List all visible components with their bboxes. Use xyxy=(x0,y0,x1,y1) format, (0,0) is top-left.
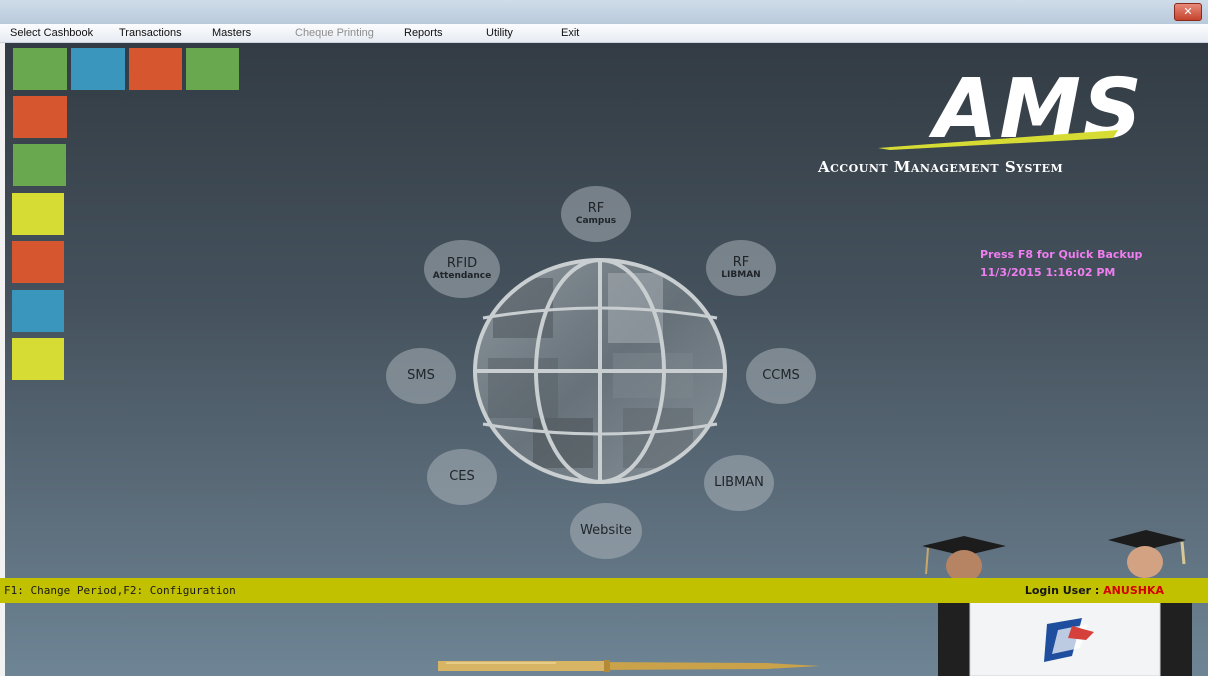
title-bar: ✕ xyxy=(0,0,1208,24)
module-rf-libman-title: RF xyxy=(732,254,750,270)
module-rf-campus-title: RF xyxy=(587,200,605,216)
globe-graphic xyxy=(473,258,727,484)
module-ccms[interactable]: CCMS xyxy=(746,348,816,404)
tile-left-2[interactable] xyxy=(13,144,66,186)
module-sms[interactable]: SMS xyxy=(386,348,456,404)
module-sms-title: SMS xyxy=(407,368,435,383)
close-button[interactable]: ✕ xyxy=(1174,3,1202,21)
module-ces-title: CES xyxy=(449,469,475,484)
menu-exit[interactable]: Exit xyxy=(561,27,579,39)
menu-bar: Select Cashbook Transactions Masters Che… xyxy=(0,24,1208,43)
tile-left-3[interactable] xyxy=(12,193,64,235)
status-bar: F1: Change Period,F2: Configuration Logi… xyxy=(0,578,1208,603)
tile-left-1[interactable] xyxy=(13,96,67,138)
login-label: Login User : xyxy=(1024,584,1100,597)
backup-hint: Press F8 for Quick Backup xyxy=(980,248,1143,261)
module-libman[interactable]: LIBMAN xyxy=(704,455,774,511)
menu-reports[interactable]: Reports xyxy=(404,27,443,39)
logo-swoosh xyxy=(878,130,1118,150)
module-rfid-attendance-title: RFID xyxy=(446,255,478,271)
module-rfid-attendance-subtitle: Attendance xyxy=(432,270,492,281)
menu-transactions[interactable]: Transactions xyxy=(119,27,182,39)
module-ccms-title: CCMS xyxy=(762,368,800,383)
tile-left-4[interactable] xyxy=(12,241,64,283)
tile-top-2[interactable] xyxy=(71,48,125,90)
login-user: ANUSHKA xyxy=(1103,584,1164,597)
shortcut-hints: F1: Change Period,F2: Configuration xyxy=(4,584,236,597)
module-website-title: Website xyxy=(580,523,632,538)
tile-left-5[interactable] xyxy=(12,290,64,332)
login-info: Login User : ANUSHKA xyxy=(1025,584,1164,597)
module-libman-title: LIBMAN xyxy=(714,475,764,490)
module-rf-campus-subtitle: Campus xyxy=(575,215,617,226)
tile-top-3[interactable] xyxy=(129,48,182,90)
menu-utility[interactable]: Utility xyxy=(486,27,513,39)
tile-left-6[interactable] xyxy=(12,338,64,380)
module-rf-libman-subtitle: LIBMAN xyxy=(721,269,761,280)
module-rfid-attendance[interactable]: RFID Attendance xyxy=(424,240,500,298)
menu-select-cashbook[interactable]: Select Cashbook xyxy=(10,27,93,39)
module-rf-campus[interactable]: RF Campus xyxy=(561,186,631,242)
tile-top-1[interactable] xyxy=(13,48,67,90)
menu-cheque-printing: Cheque Printing xyxy=(295,27,374,39)
menu-masters[interactable]: Masters xyxy=(212,27,251,39)
module-website[interactable]: Website xyxy=(570,503,642,559)
datetime: 11/3/2015 1:16:02 PM xyxy=(980,266,1116,279)
module-rf-libman[interactable]: RF LIBMAN xyxy=(706,240,776,296)
module-ces[interactable]: CES xyxy=(427,449,497,505)
tile-top-4[interactable] xyxy=(186,48,239,90)
logo-subtitle: Account Management System xyxy=(818,158,1064,176)
pen-graphic xyxy=(438,660,820,672)
